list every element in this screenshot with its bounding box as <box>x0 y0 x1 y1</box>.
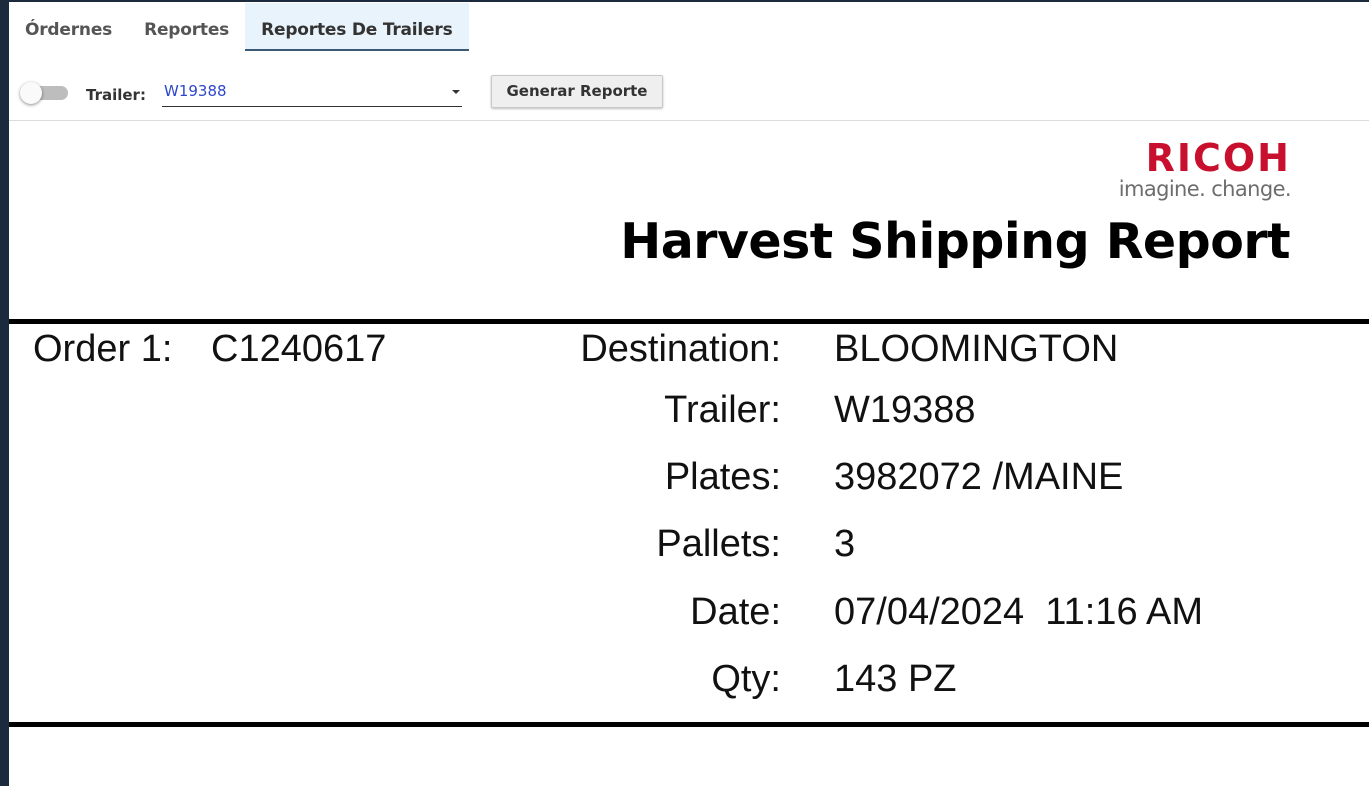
date-label: Date: <box>690 591 781 633</box>
mode-toggle[interactable] <box>20 82 68 104</box>
order-number: C1240617 <box>211 328 387 370</box>
tab-ordenes[interactable]: Órdernes <box>9 3 128 51</box>
destination-value: BLOOMINGTON <box>834 328 1119 370</box>
trailer-select[interactable]: W19388 <box>162 80 462 107</box>
trailer-select-value: W19388 <box>164 82 227 100</box>
report-divider-top <box>9 319 1369 324</box>
logo-tagline: imagine. change. <box>1118 177 1292 201</box>
window-top-border <box>0 0 1369 2</box>
logo-brand: RICOH <box>1145 136 1291 180</box>
trailer-field-label: Trailer: <box>664 389 781 431</box>
order-label: Order 1: <box>33 328 173 370</box>
plates-label: Plates: <box>664 456 781 498</box>
date-value: 07/04/2024 11:16 AM <box>834 591 1204 633</box>
tab-reportes-de-trailers[interactable]: Reportes De Trailers <box>245 3 469 51</box>
plates-value: 3982072 /MAINE <box>834 456 1124 498</box>
toggle-knob <box>20 82 42 104</box>
tab-reportes[interactable]: Reportes <box>128 3 245 51</box>
tab-bar: Órdernes Reportes Reportes De Trailers <box>9 3 469 52</box>
qty-label: Qty: <box>711 658 781 700</box>
generate-report-button[interactable]: Generar Reporte <box>491 75 663 108</box>
ricoh-logo: RICOH imagine. change. <box>1106 138 1296 206</box>
report-title: Harvest Shipping Report <box>620 213 1290 270</box>
qty-value: 143 PZ <box>834 658 957 700</box>
pallets-value: 3 <box>834 523 856 565</box>
trailer-field-value: W19388 <box>834 389 976 431</box>
pallets-label: Pallets: <box>656 523 781 565</box>
toolbar-divider <box>9 120 1369 121</box>
destination-label: Destination: <box>580 328 781 370</box>
caret-down-icon <box>452 90 460 94</box>
report-divider-bottom <box>9 722 1369 727</box>
window-left-border <box>0 0 9 786</box>
trailer-label: Trailer: <box>86 86 146 104</box>
